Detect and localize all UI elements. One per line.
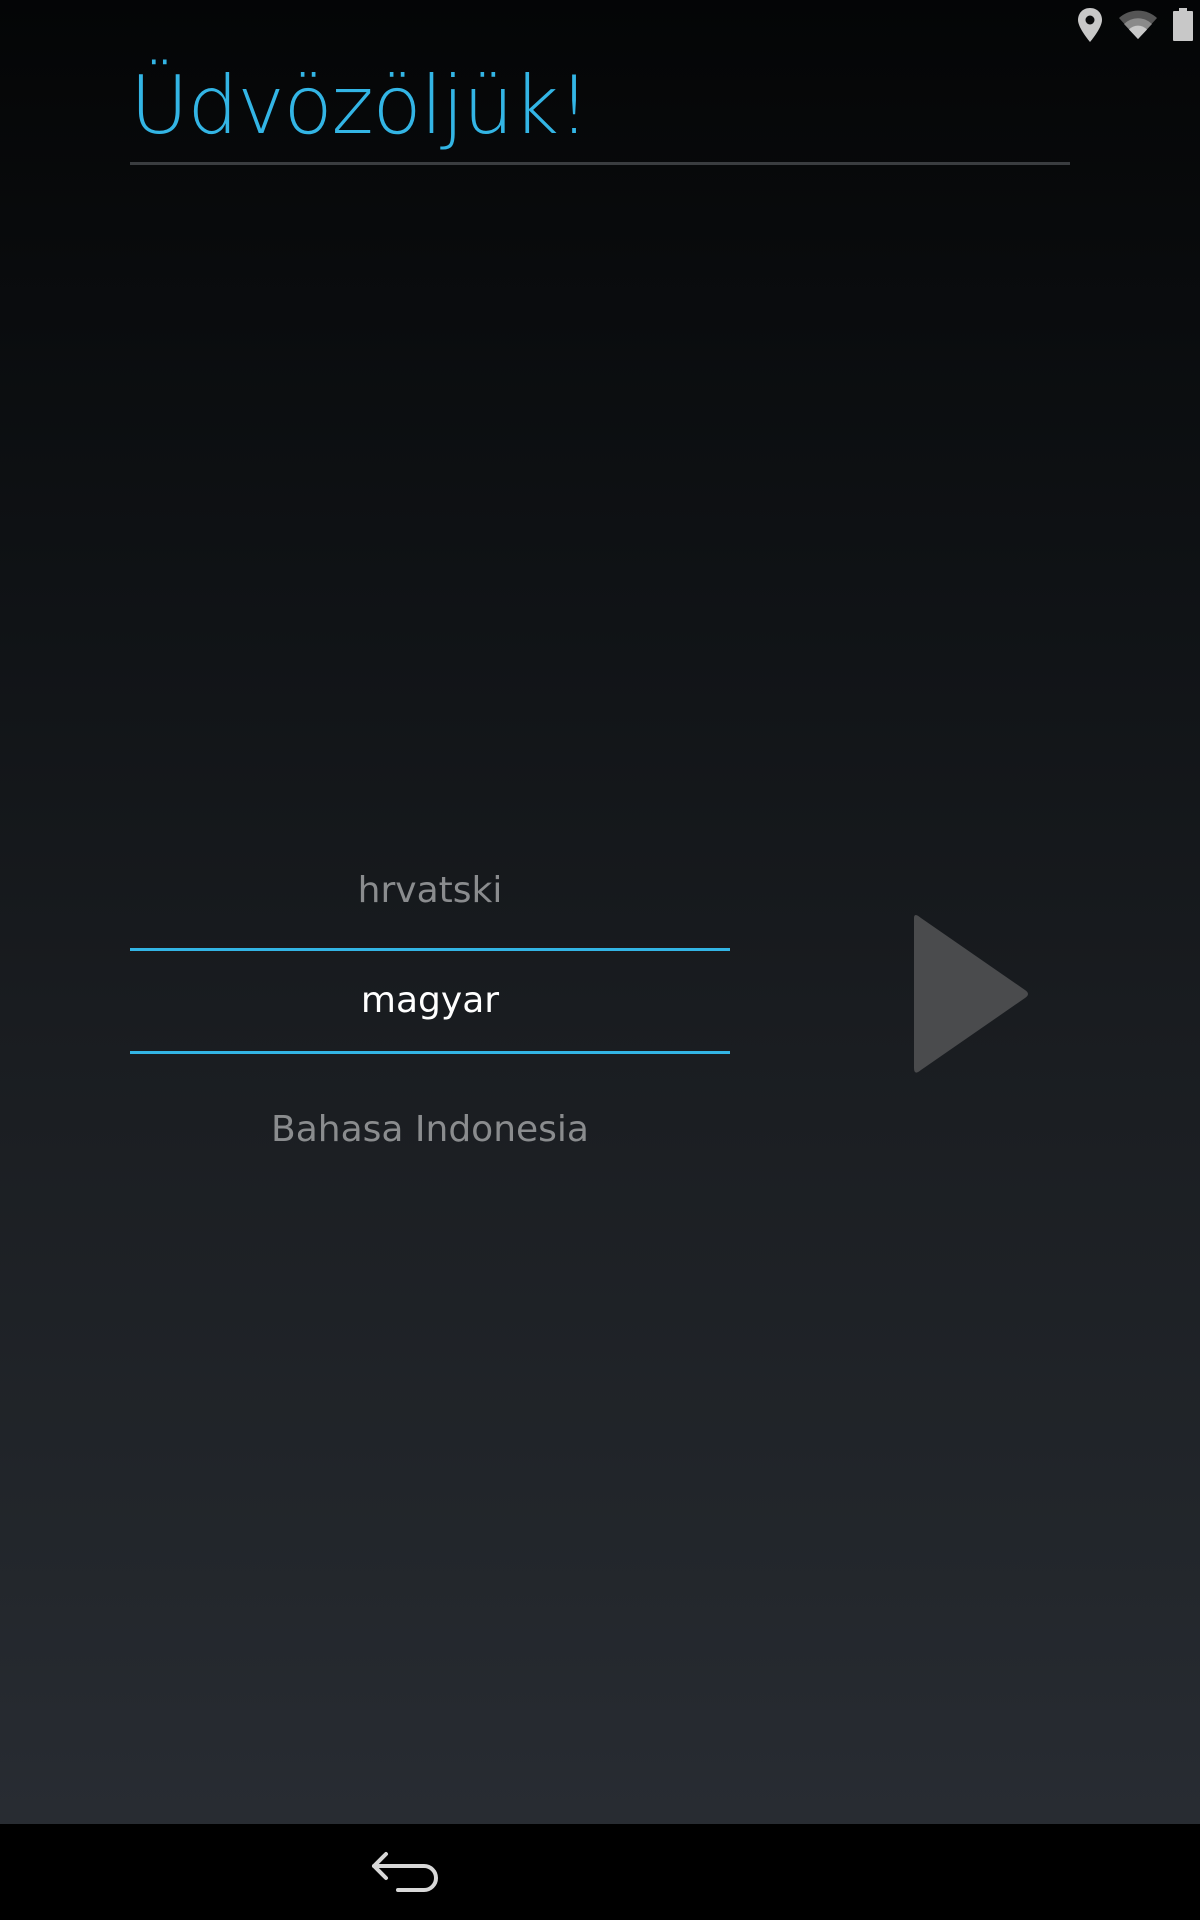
battery-icon (1172, 8, 1194, 42)
back-icon (372, 1852, 438, 1892)
status-icons (1076, 6, 1194, 44)
back-button[interactable] (364, 1844, 444, 1900)
start-button[interactable] (900, 910, 1040, 1080)
language-option-selected[interactable]: magyar (130, 948, 730, 1054)
language-picker[interactable]: hrvatski magyar Bahasa Indonesia (130, 820, 730, 1180)
language-option-previous[interactable]: hrvatski (130, 856, 730, 926)
wifi-icon (1118, 10, 1158, 40)
navigation-bar (0, 1824, 1200, 1920)
welcome-title: Üdvözöljük! (130, 59, 590, 152)
status-bar (0, 0, 1200, 50)
location-icon (1076, 7, 1104, 43)
language-option-next[interactable]: Bahasa Indonesia (130, 1095, 730, 1165)
title-divider (130, 162, 1070, 165)
play-arrow-icon (914, 915, 1028, 1073)
